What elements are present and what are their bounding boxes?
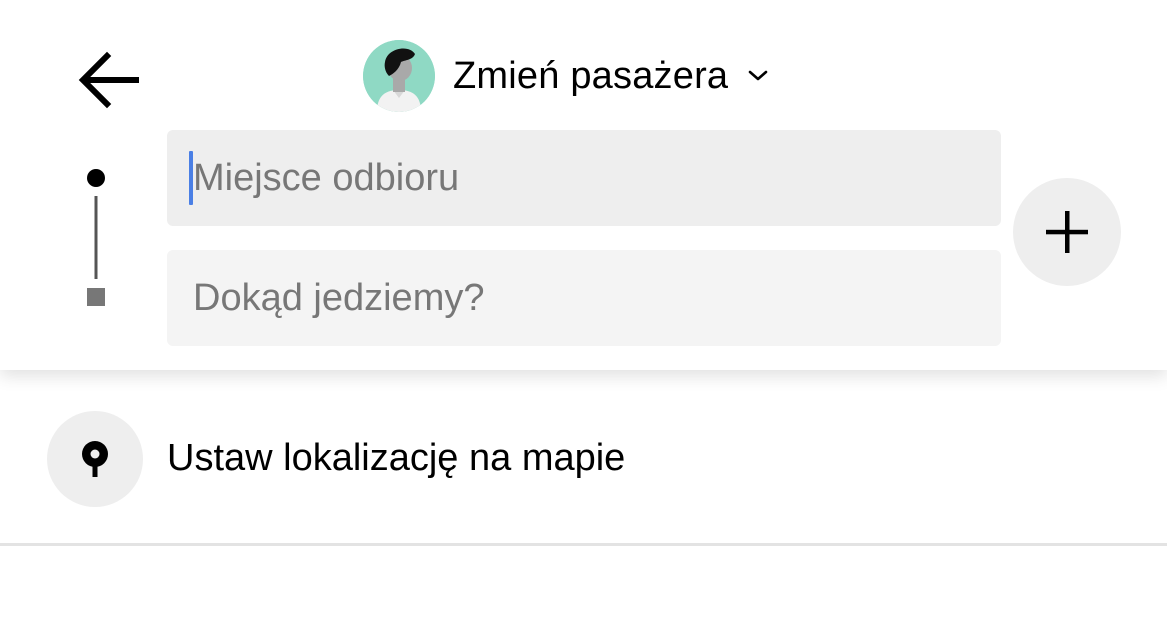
switch-rider-label: Zmień pasażera bbox=[453, 54, 729, 97]
map-pin-icon bbox=[82, 441, 108, 477]
chevron-down-icon bbox=[746, 64, 770, 88]
arrow-left-icon bbox=[78, 51, 139, 109]
pickup-placeholder: Miejsce odbioru bbox=[193, 156, 460, 199]
plus-icon bbox=[1046, 211, 1088, 253]
map-pin-icon-wrapper bbox=[47, 411, 143, 507]
person-avatar-icon bbox=[363, 40, 435, 112]
route-connector bbox=[94, 196, 98, 279]
pickup-input[interactable]: Miejsce odbioru bbox=[167, 130, 1001, 226]
trip-input-panel: Zmień pasażera Miejsce odbioru Dokąd jed… bbox=[0, 0, 1167, 370]
back-button[interactable] bbox=[70, 44, 146, 116]
route-indicator bbox=[87, 169, 105, 306]
destination-placeholder: Dokąd jedziemy? bbox=[193, 276, 485, 319]
set-location-on-map-label: Ustaw lokalizację na mapie bbox=[167, 437, 626, 479]
set-location-on-map-item[interactable]: Ustaw lokalizację na mapie bbox=[0, 372, 1167, 544]
add-stop-button[interactable] bbox=[1013, 178, 1121, 286]
switch-rider-button[interactable]: Zmień pasażera bbox=[363, 40, 770, 112]
square-icon bbox=[87, 288, 105, 306]
destination-input[interactable]: Dokąd jedziemy? bbox=[167, 250, 1001, 346]
dot-icon bbox=[87, 169, 105, 187]
